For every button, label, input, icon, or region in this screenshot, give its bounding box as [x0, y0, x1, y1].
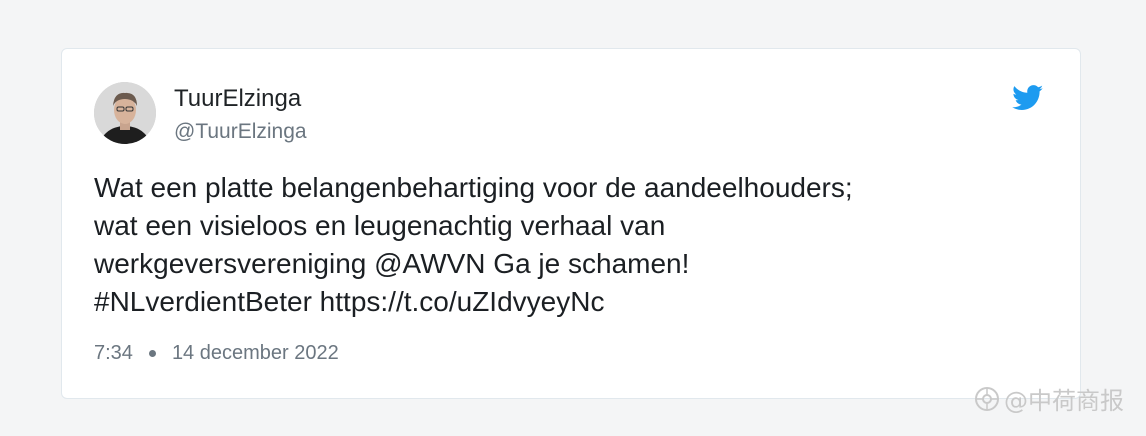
tweet-meta: 7:34 14 december 2022: [94, 341, 339, 365]
watermark-text: @中荷商报: [1004, 387, 1124, 415]
display-name[interactable]: TuurElzinga: [174, 85, 301, 113]
watermark: @中荷商报: [974, 381, 1124, 416]
tweet-text-line: werkgeversvereniging @AWVN Ga je schamen…: [94, 248, 690, 279]
avatar-image: [94, 82, 156, 144]
tweet-card[interactable]: TuurElzinga @TuurElzinga Wat een platte …: [61, 48, 1081, 399]
tweet-text-line: wat een visieloos en leugenachtig verhaa…: [94, 210, 666, 241]
camera-icon: [975, 386, 999, 411]
handle[interactable]: @TuurElzinga: [174, 119, 307, 145]
tweet-text-line[interactable]: #NLverdientBeter https://t.co/uZIdvyeyNc: [94, 283, 1034, 321]
tweet-text: Wat een platte belangenbehartiging voor …: [94, 169, 1034, 321]
separator-dot: [148, 349, 156, 357]
tweet-date[interactable]: 14 december 2022: [172, 341, 339, 365]
tweet-text-line: Wat een platte belangenbehartiging voor …: [94, 172, 853, 203]
avatar[interactable]: [94, 82, 156, 144]
twitter-bird-icon[interactable]: [1012, 85, 1044, 111]
tweet-time[interactable]: 7:34: [94, 341, 133, 365]
